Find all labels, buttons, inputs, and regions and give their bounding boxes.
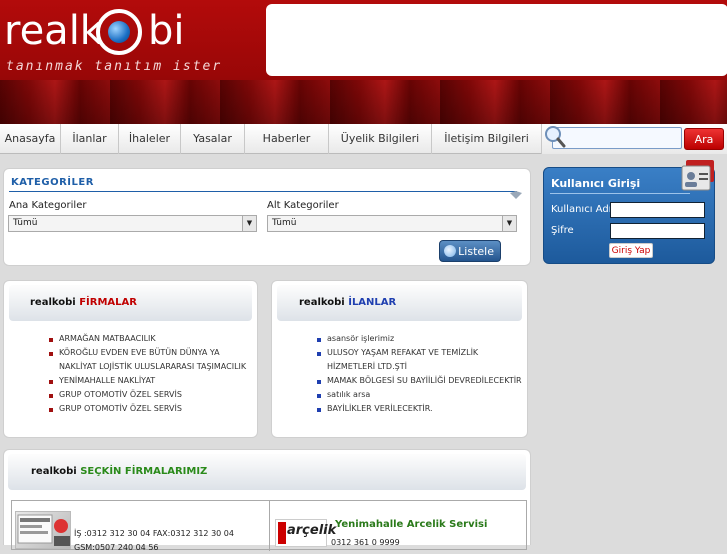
ilan-item[interactable]: ULUSOY YAŞAM REFAKAT VE TEMİZLİK	[327, 348, 478, 357]
ilan-item[interactable]: asansör işlerimiz	[327, 334, 394, 343]
category-panel-title: KATEGORİLER	[11, 177, 94, 188]
logo-globe-ring	[96, 9, 142, 55]
ana-kategori-label: Ana Kategoriler	[9, 200, 87, 211]
bullet-icon	[317, 408, 321, 412]
featured-title-highlight: SEÇKİN FİRMALARIMIZ	[80, 466, 208, 477]
bullet-icon	[49, 380, 53, 384]
magnifier-icon	[444, 245, 456, 257]
ilanlar-title-highlight: İLANLAR	[348, 297, 397, 308]
firmalar-panel: realkobi FİRMALAR ARMAĞAN MATBAACILIK KÖ…	[3, 280, 258, 438]
nav-item-iletisim[interactable]: İletişim Bilgileri	[432, 124, 542, 154]
search-area: Ara	[542, 124, 727, 154]
chevron-down-icon[interactable]	[510, 191, 522, 199]
category-filter-panel: KATEGORİLER Ana Kategoriler Tümü ▼ Alt K…	[3, 168, 531, 266]
login-divider	[550, 193, 690, 194]
bullet-icon	[49, 408, 53, 412]
firmalar-header: realkobi FİRMALAR	[9, 285, 252, 321]
password-input[interactable]	[610, 223, 705, 239]
bullet-icon	[49, 338, 53, 342]
site-header: realk bi tanınmak tanıtım ister	[0, 0, 727, 124]
category-divider	[9, 191, 517, 192]
firm-photo-icon	[17, 514, 70, 546]
firma-item[interactable]: ARMAĞAN MATBAACILIK	[59, 334, 156, 343]
login-button[interactable]: Giriş Yap	[609, 243, 653, 258]
firma-item[interactable]: KÖROĞLU EVDEN EVE BÜTÜN DÜNYA YA	[59, 348, 220, 357]
arcelik-logo[interactable]: arçelik	[275, 519, 336, 547]
chevron-down-icon: ▼	[502, 216, 516, 231]
firma-item[interactable]: GRUP OTOMOTİV ÖZEL SERVİS	[59, 390, 182, 399]
nav-item-ihaleler[interactable]: İhaleler	[119, 124, 181, 154]
firm1-phone: İŞ :0312 312 30 04 FAX:0312 312 30 04	[74, 529, 234, 538]
ilanlar-title-prefix: realkobi	[299, 297, 349, 308]
nav-item-anasayfa[interactable]: Anasayfa	[0, 124, 61, 154]
ilan-item-continued[interactable]: HİZMETLERİ LTD.ŞTİ	[327, 362, 407, 371]
username-input[interactable]	[610, 202, 705, 218]
ilan-item[interactable]: MAMAK BÖLGESİ SU BAYİİLİĞİ DEVREDİLECEKT…	[327, 376, 522, 385]
firma-item[interactable]: YENİMAHALLE NAKLİYAT	[59, 376, 155, 385]
password-label: Şifre	[551, 225, 574, 236]
logo-text-left: realk	[4, 8, 103, 54]
firma-item[interactable]: GRUP OTOMOTİV ÖZEL SERVİS	[59, 404, 182, 413]
alt-kategori-label: Alt Kategoriler	[267, 200, 339, 211]
ana-kategori-value: Tümü	[13, 218, 38, 228]
ana-kategori-select[interactable]: Tümü ▼	[8, 215, 257, 232]
ilanlar-header: realkobi İLANLAR	[277, 285, 522, 321]
listele-button[interactable]: Listele	[439, 240, 501, 262]
globe-icon	[108, 21, 130, 43]
firm-thumbnail[interactable]	[15, 511, 71, 549]
firm1-gsm: GSM:0507 240 04 56	[74, 543, 159, 552]
ilan-item[interactable]: BAYİLİKLER VERİLECEKTİR.	[327, 404, 433, 413]
username-label: Kullanıcı Adı	[551, 204, 612, 215]
chevron-down-icon: ▼	[242, 216, 256, 231]
firm2-name[interactable]: Yenimahalle Arcelik Servisi	[335, 519, 487, 530]
featured-title-prefix: realkobi	[31, 466, 81, 477]
bullet-icon	[317, 380, 321, 384]
nav-item-uyelik[interactable]: Üyelik Bilgileri	[329, 124, 432, 154]
bullet-icon	[317, 352, 321, 356]
bullet-icon	[317, 338, 321, 342]
logo-text-right: bi	[148, 8, 185, 54]
search-icon	[545, 126, 566, 148]
featured-firms-grid: İŞ :0312 312 30 04 FAX:0312 312 30 04 GS…	[11, 500, 527, 552]
listele-label: Listele	[458, 245, 494, 258]
user-card-icon	[681, 160, 714, 191]
bullet-icon	[49, 394, 53, 398]
login-panel: Kullanıcı Girişi Kullanıcı Adı Şifre Gir…	[543, 160, 715, 264]
search-input[interactable]	[552, 127, 682, 149]
firmalar-title-highlight: FİRMALAR	[79, 297, 137, 308]
nav-item-haberler[interactable]: Haberler	[245, 124, 329, 154]
featured-firms-header: realkobi SEÇKİN FİRMALARIMIZ	[8, 454, 526, 490]
featured-firms-panel: realkobi SEÇKİN FİRMALARIMIZ İŞ :0312 31…	[3, 449, 531, 552]
grid-divider	[269, 501, 270, 551]
header-photo-strip	[0, 80, 727, 124]
ilan-item[interactable]: satılık arsa	[327, 390, 370, 399]
login-title: Kullanıcı Girişi	[551, 177, 641, 190]
ilanlar-panel: realkobi İLANLAR asansör işlerimiz ULUSO…	[271, 280, 528, 438]
alt-kategori-select[interactable]: Tümü ▼	[267, 215, 517, 232]
firmalar-title-prefix: realkobi	[30, 297, 80, 308]
bullet-icon	[317, 394, 321, 398]
slogan: tanınmak tanıtım ister	[6, 59, 223, 74]
nav-item-yasalar[interactable]: Yasalar	[181, 124, 245, 154]
alt-kategori-value: Tümü	[272, 218, 297, 228]
firm2-phone: 0312 361 0 9999	[331, 538, 400, 547]
firma-item-continued[interactable]: NAKLİYAT LOJİSTİK ULUSLARARASI TAŞIMACIL…	[59, 362, 246, 371]
search-button[interactable]: Ara	[684, 128, 724, 150]
arcelik-logo-mark	[278, 522, 286, 544]
arcelik-logo-text: arçelik	[287, 523, 337, 538]
bullet-icon	[49, 352, 53, 356]
nav-item-ilanlar[interactable]: İlanlar	[61, 124, 119, 154]
banner-ad-area	[266, 4, 727, 76]
